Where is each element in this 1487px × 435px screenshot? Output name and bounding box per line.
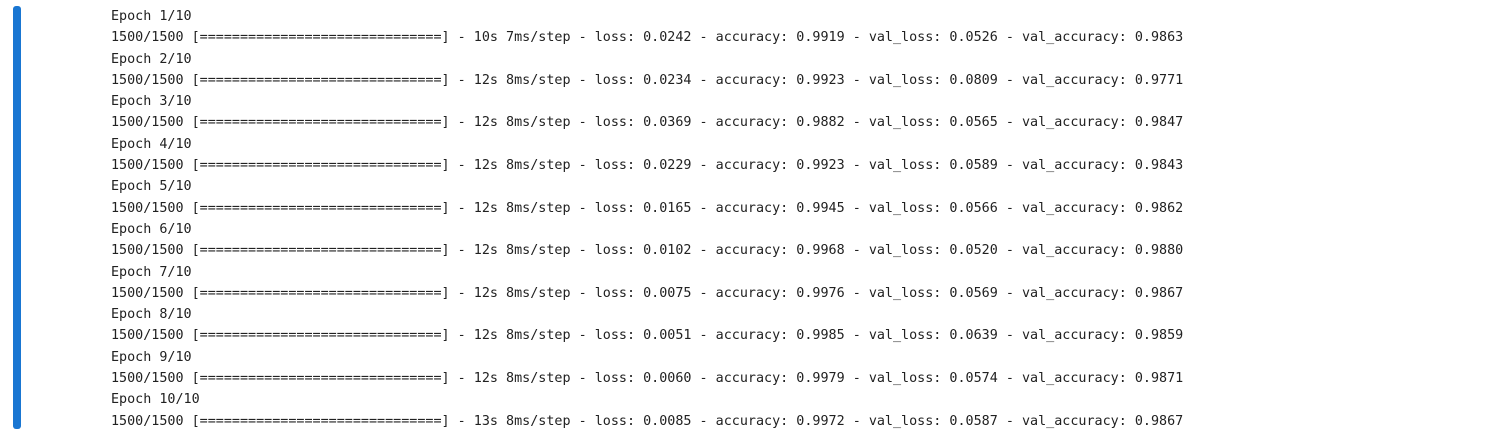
log-line: Epoch 4/10 (111, 136, 192, 152)
log-line: 1500/1500 [=============================… (111, 158, 1184, 174)
log-line: Epoch 1/10 (111, 9, 192, 24)
log-line: Epoch 7/10 (111, 264, 192, 280)
log-line: 1500/1500 [=============================… (111, 115, 1184, 131)
training-log: Epoch 1/10 1500/1500 [===================… (111, 6, 1183, 432)
log-line: 1500/1500 [=============================… (111, 72, 1184, 88)
log-line: 1500/1500 [=============================… (111, 200, 1184, 216)
log-line: Epoch 9/10 (111, 349, 192, 365)
log-line: 1500/1500 [=============================… (111, 243, 1184, 259)
cell-output-area: Epoch 1/10 1500/1500 [===================… (0, 0, 1487, 435)
log-line: 1500/1500 [=============================… (111, 371, 1184, 387)
log-line: Epoch 10/10 (111, 392, 200, 408)
log-line: 1500/1500 [=============================… (111, 285, 1184, 301)
log-line: 1500/1500 [=============================… (111, 30, 1184, 46)
log-line: Epoch 3/10 (111, 94, 192, 110)
cell-collapse-bar[interactable] (13, 6, 21, 429)
log-line: Epoch 6/10 (111, 221, 192, 237)
log-line: 1500/1500 [=============================… (111, 413, 1184, 429)
log-line: Epoch 5/10 (111, 179, 192, 195)
log-line: Epoch 8/10 (111, 307, 192, 323)
log-line: Epoch 2/10 (111, 51, 192, 67)
log-line: 1500/1500 [=============================… (111, 328, 1184, 344)
